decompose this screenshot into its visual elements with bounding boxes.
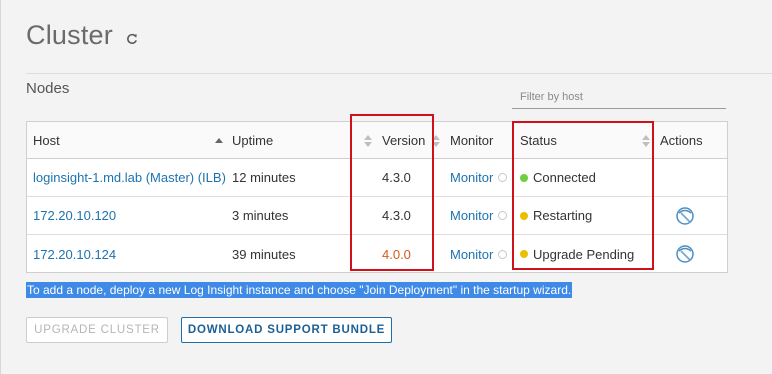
host-link[interactable]: 172.20.10.124 bbox=[33, 235, 116, 273]
table-header: Host Uptime Version Monitor Status Actio… bbox=[27, 122, 727, 159]
version-value-outdated: 4.0.0 bbox=[382, 246, 411, 262]
monitor-label[interactable]: Monitor bbox=[450, 247, 493, 262]
download-support-bundle-button[interactable]: DOWNLOAD SUPPORT BUNDLE bbox=[181, 317, 392, 343]
table-row: loginsight-1.md.lab (Master) (ILB) 12 mi… bbox=[27, 159, 727, 197]
nodes-heading: Nodes bbox=[26, 80, 70, 97]
page-title: Cluster bbox=[26, 20, 113, 50]
status-cell: Upgrade Pending bbox=[520, 235, 634, 273]
uptime-value: 12 minutes bbox=[232, 170, 296, 185]
monitor-status-icon bbox=[498, 211, 508, 220]
upgrade-action-icon[interactable] bbox=[675, 244, 695, 264]
upgrade-cluster-button[interactable]: UPGRADE CLUSTER bbox=[26, 317, 168, 343]
status-cell: Restarting bbox=[520, 197, 592, 234]
header-divider bbox=[26, 73, 772, 74]
monitor-link[interactable]: Monitor bbox=[450, 159, 508, 196]
status-dot-icon bbox=[520, 250, 528, 258]
status-dot-icon bbox=[520, 211, 528, 220]
status-cell: Connected bbox=[520, 159, 596, 196]
filter-by-host-input[interactable] bbox=[512, 85, 726, 109]
status-dot-icon bbox=[520, 173, 528, 182]
table-row: 172.20.10.124 39 minutes 4.0.0 Monitor U… bbox=[27, 235, 727, 273]
monitor-status-icon bbox=[498, 249, 508, 259]
upgrade-action-icon[interactable] bbox=[675, 206, 695, 226]
monitor-status-icon bbox=[498, 173, 508, 182]
column-actions: Actions bbox=[660, 132, 703, 148]
status-text: Restarting bbox=[533, 208, 593, 223]
status-text: Upgrade Pending bbox=[533, 246, 635, 262]
uptime-value: 39 minutes bbox=[232, 246, 296, 262]
version-value: 4.3.0 bbox=[382, 170, 411, 185]
sort-ascending-icon[interactable] bbox=[215, 138, 223, 143]
column-uptime[interactable]: Uptime bbox=[232, 122, 273, 158]
column-monitor[interactable]: Monitor bbox=[450, 122, 493, 158]
page-header: Cluster bbox=[26, 20, 139, 51]
host-link[interactable]: 172.20.10.120 bbox=[33, 197, 116, 234]
monitor-label[interactable]: Monitor bbox=[450, 208, 493, 223]
refresh-icon[interactable] bbox=[125, 32, 139, 46]
column-host[interactable]: Host bbox=[33, 122, 60, 158]
sort-version-icon[interactable] bbox=[364, 135, 372, 147]
nodes-table: Host Uptime Version Monitor Status Actio… bbox=[26, 121, 728, 273]
table-row: 172.20.10.120 3 minutes 4.3.0 Monitor Re… bbox=[27, 197, 727, 235]
column-status[interactable]: Status bbox=[520, 122, 557, 158]
sort-status-icon[interactable] bbox=[642, 135, 650, 147]
sort-monitor-icon[interactable] bbox=[432, 135, 440, 147]
version-value: 4.3.0 bbox=[382, 208, 411, 223]
uptime-value: 3 minutes bbox=[232, 208, 289, 223]
host-link[interactable]: loginsight-1.md.lab (Master) (ILB) bbox=[33, 159, 226, 196]
status-text: Connected bbox=[533, 170, 596, 185]
add-node-hint: To add a node, deploy a new Log Insight … bbox=[26, 282, 573, 298]
column-version[interactable]: Version bbox=[382, 122, 425, 158]
window-edge bbox=[0, 0, 1, 374]
monitor-label[interactable]: Monitor bbox=[450, 170, 493, 185]
monitor-link[interactable]: Monitor bbox=[450, 235, 508, 273]
monitor-link[interactable]: Monitor bbox=[450, 197, 508, 234]
